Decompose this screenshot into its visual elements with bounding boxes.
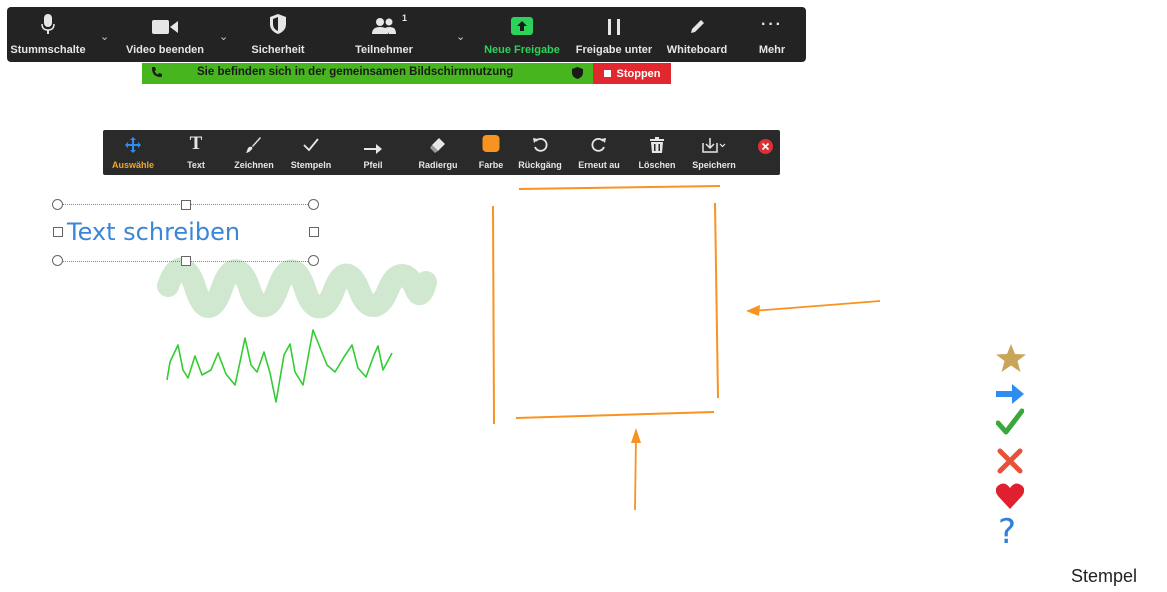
resize-handle[interactable] — [308, 199, 319, 210]
question-icon[interactable]: ? — [998, 512, 1016, 552]
x-icon[interactable] — [997, 448, 1023, 474]
resize-handle[interactable] — [53, 227, 63, 237]
text-annotation-box[interactable]: Text schreiben — [57, 204, 312, 262]
check-icon[interactable] — [996, 408, 1024, 436]
arrow-annotation-up[interactable] — [631, 428, 641, 511]
arrow-right-icon[interactable] — [996, 384, 1024, 404]
resize-handle[interactable] — [181, 200, 191, 210]
text-annotation[interactable]: Text schreiben — [67, 218, 240, 246]
highlighter-stroke[interactable] — [157, 257, 437, 319]
rectangle-line-bottom[interactable] — [515, 411, 715, 419]
rectangle-line-top[interactable] — [518, 185, 721, 190]
stamps-caption: Stempel — [1071, 566, 1138, 586]
rectangle-line-right[interactable] — [714, 202, 719, 399]
resize-handle[interactable] — [52, 255, 63, 266]
resize-handle[interactable] — [181, 256, 191, 266]
heart-icon[interactable] — [996, 483, 1024, 509]
rectangle-line-left[interactable] — [492, 205, 495, 425]
pen-stroke[interactable] — [166, 329, 393, 403]
resize-handle[interactable] — [309, 227, 319, 237]
star-icon[interactable] — [996, 344, 1026, 372]
resize-handle[interactable] — [52, 199, 63, 210]
arrow-annotation-left[interactable] — [746, 300, 881, 316]
annotation-canvas[interactable] — [0, 0, 1167, 592]
resize-handle[interactable] — [308, 255, 319, 266]
